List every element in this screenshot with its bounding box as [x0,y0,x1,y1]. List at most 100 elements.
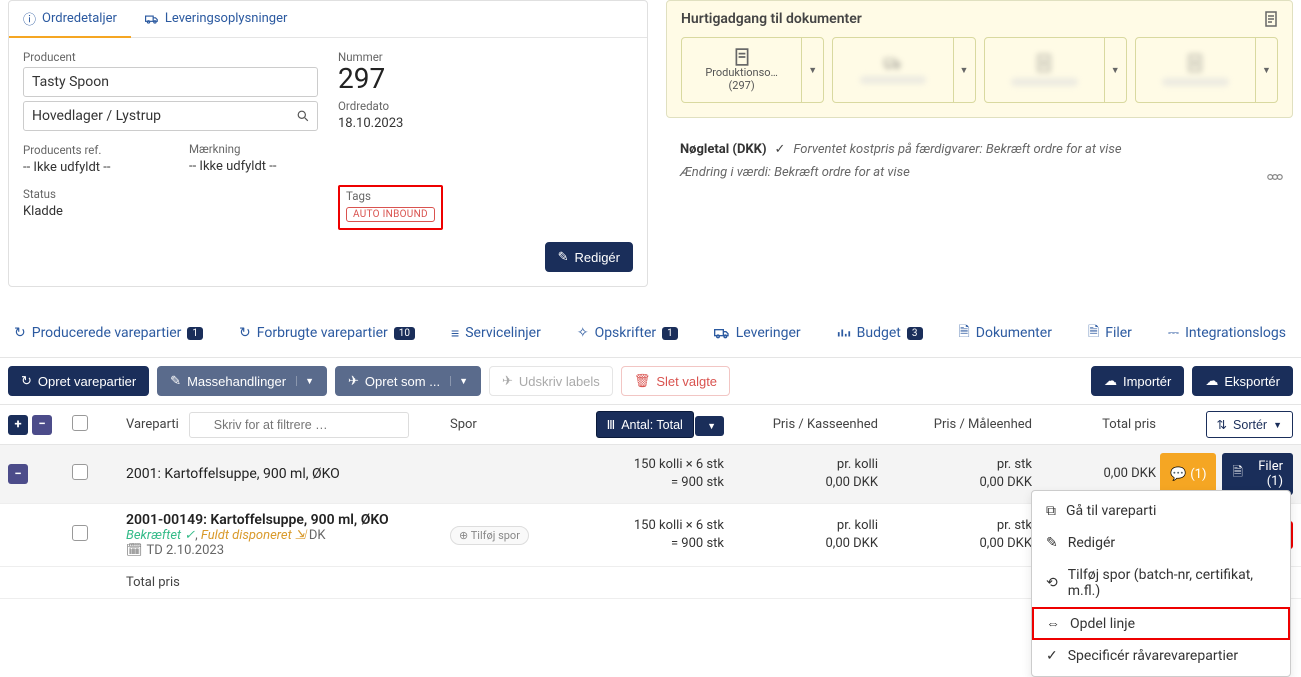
row-checkbox[interactable] [72,464,88,480]
col-price-measure: Pris / Måleenhed [882,417,1032,432]
tab-documents[interactable]: 🗎 Dokumenter [953,311,1058,357]
pencil-icon: ✎ [1046,535,1058,551]
files-button[interactable]: 🗎 Filer (1) [1222,453,1293,495]
tab-badge: 3 [907,327,923,340]
export-button[interactable]: ☁ Eksportér [1192,366,1293,396]
create-as-button[interactable]: ✈ Opret som ... ▼ [335,366,481,396]
filter-input[interactable] [189,412,409,438]
tab-consumed-lots[interactable]: ↻ Forbrugte varepartier 10 [233,315,421,353]
tab-delivery-info[interactable]: Leveringsoplysninger [131,1,302,38]
btn-label: Opret som ... [365,374,440,389]
qty-stk: 6 stk [696,518,724,533]
delete-selected-button[interactable]: 🗑 Slet valgte [621,366,730,396]
col-total: Total pris [1036,417,1156,432]
import-button[interactable]: ☁ Importér [1091,366,1184,396]
ctx-add-track[interactable]: ⟲ Tilføj spor (batch-nr, certifikat, m.f… [1032,559,1290,607]
refresh-icon: ↻ [239,325,251,341]
add-track-button[interactable]: ⊕ Tilføj spor [450,526,529,545]
chart-icon[interactable] [1267,172,1283,182]
doc-card-main[interactable]: Produktionso… (297) [682,38,801,102]
orderdate-value: 18.10.2023 [338,116,633,131]
document-plus-icon [1036,54,1052,72]
tab-label: Servicelinjer [465,325,541,341]
btn-label: Udskriv labels [519,374,600,389]
comments-count: (1) [1190,467,1206,482]
tab-label: Ordredetaljer [42,11,117,26]
select-all-checkbox[interactable] [72,415,88,431]
marking-value: -- Ikke udfyldt -- [189,159,276,174]
tags-label: Tags [346,189,435,203]
pencil-icon: ✎ [170,373,181,389]
case-price: 0,00 DKK [825,536,878,551]
print-labels-button[interactable]: ✈ Udskriv labels [489,366,613,396]
chevron-down-icon: ▼ [1273,420,1282,430]
check-icon: ✓ [1046,648,1058,664]
doc-card-count: (297) [729,79,755,92]
group-title: 2001: Kartoffelsuppe, 900 ml, ØKO [126,466,446,482]
col-price-case: Pris / Kasseenhed [728,417,878,432]
send-icon: ✈ [348,373,359,389]
producer-select[interactable]: Tasty Spoon [23,67,318,97]
tab-label: Leveringer [736,325,801,341]
row-total: 0,00 DKK [1036,465,1156,483]
truck-icon [145,13,159,25]
bulk-actions-button[interactable]: ✎ Massehandlinger ▼ [157,366,327,396]
doc-card-main[interactable] [1136,38,1255,102]
list-icon: ≡ [451,325,459,342]
tab-service-lines[interactable]: ≡ Servicelinjer [445,315,547,354]
doc-card-dropdown[interactable]: ▼ [953,38,975,102]
item-title: 2001-00149: Kartoffelsuppe, 900 ml, ØKO [126,512,446,528]
ctx-goto-lot[interactable]: ⧉ Gå til vareparti [1032,495,1290,527]
doc-card-2: ▼ [832,37,975,103]
change-value: Bekræft ordre for at vise [774,165,910,180]
ctx-split-line[interactable]: ⇔ Opdel linje [1032,607,1290,640]
tab-deliveries[interactable]: Leveringer [708,315,807,353]
document-icon[interactable] [1264,11,1278,27]
measure-price: 0,00 DKK [979,475,1032,490]
qty-total: 900 stk [681,475,724,490]
expand-all-button[interactable]: + [8,415,28,435]
ctx-edit[interactable]: ✎ Redigér [1032,527,1290,559]
qty-kolli: 150 kolli [634,457,683,472]
btn-label: Importér [1123,374,1171,389]
tab-label: Opskrifter [595,325,657,341]
status-label: Bekræftet [126,528,181,543]
info-icon: ⓘ [23,9,36,28]
trash-icon: 🗑 [634,373,651,389]
row-checkbox[interactable] [72,525,88,541]
ctx-specify-raw[interactable]: ✓ Specificér råvarevarepartier [1032,640,1290,672]
total-label: Total pris [126,575,446,590]
tab-order-details[interactable]: ⓘ Ordredetaljer [9,1,131,38]
collapse-group-button[interactable]: − [8,464,28,484]
qty-mode-dropdown[interactable]: ▼ [695,416,724,436]
tab-badge: 1 [187,327,203,340]
collapse-all-button[interactable]: − [32,415,52,435]
doc-card-dropdown[interactable]: ▼ [1255,38,1277,102]
file-icon: 🗎 [1088,321,1099,345]
comments-button[interactable]: 💬 (1) [1160,453,1216,495]
doc-card-production: Produktionso… (297) ▼ [681,37,824,103]
qty-label: Antal: Total [621,418,683,432]
tab-produced-lots[interactable]: ↻ Producerede varepartier 1 [8,315,209,353]
create-lots-button[interactable]: ↻ Opret varepartier [8,366,149,396]
producer-value: Tasty Spoon [32,74,109,90]
doc-panel-title: Hurtigadgang til dokumenter [681,11,862,27]
status-label: Status [23,187,318,201]
sort-button[interactable]: ⇅ Sortér ▼ [1206,411,1293,438]
doc-card-main[interactable] [833,38,952,102]
order-details-panel: ⓘ Ordredetaljer Leveringsoplysninger Pro… [8,0,648,287]
doc-card-dropdown[interactable]: ▼ [801,38,823,102]
measure-unit: pr. stk [997,518,1032,533]
calendar-icon: 🗓 [126,543,143,558]
doc-card-main[interactable] [985,38,1104,102]
edit-button[interactable]: ✎ Redigér [545,242,633,272]
tab-recipes[interactable]: ✧ Opskrifter 1 [571,315,684,353]
export-icon: ⇲ [295,528,306,543]
doc-card-dropdown[interactable]: ▼ [1104,38,1126,102]
qty-mode-button[interactable]: Ⅲ Antal: Total [596,411,694,438]
tab-badge: 1 [662,327,678,340]
tab-budget[interactable]: Budget 3 [831,315,929,353]
warehouse-select[interactable]: Hovedlager / Lystrup [23,101,318,131]
tab-files[interactable]: 🗎 Filer [1082,311,1138,357]
tab-integration-logs[interactable]: ⎓ Integrationslogs [1162,315,1292,353]
